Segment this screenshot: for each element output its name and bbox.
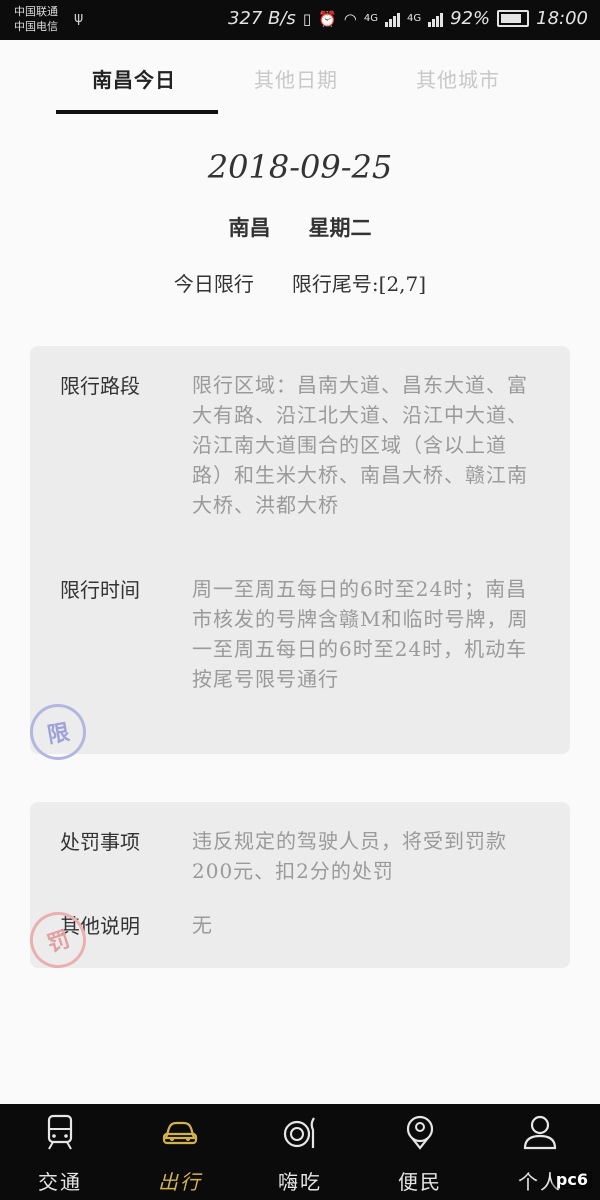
bottom-nav: 交通 出行 嗨吃 便民 个人 — [0, 1104, 600, 1200]
signal-1-icon — [384, 11, 400, 27]
network-type-2: 4G — [406, 13, 422, 24]
nav-food-label: 嗨吃 — [278, 1170, 322, 1194]
tab-active-indicator — [56, 110, 218, 114]
tab-nanchang-today[interactable]: 南昌今日 — [92, 64, 176, 93]
time-label: 限行时间 — [60, 578, 140, 602]
tail-numbers: 限行尾号:[2,7] — [291, 272, 427, 296]
alarm-icon: ⏰ — [318, 9, 337, 28]
penalty-card: 处罚事项 违反规定的驾驶人员，将受到罚款200元、扣2分的处罚 其他说明 无 — [30, 802, 570, 968]
city-name: 南昌 — [228, 215, 271, 240]
nav-travel[interactable]: 出行 — [120, 1104, 240, 1200]
usb-icon: ψ — [74, 10, 84, 26]
car-icon — [162, 1121, 198, 1145]
train-icon — [47, 1114, 73, 1150]
nav-traffic[interactable]: 交通 — [0, 1104, 120, 1200]
battery-percent: 92% — [450, 8, 491, 29]
notes-text: 无 — [192, 913, 213, 937]
network-speed: 327 B/s — [227, 8, 296, 29]
user-icon — [523, 1115, 557, 1150]
nav-services-label: 便民 — [398, 1170, 442, 1194]
roads-label: 限行路段 — [60, 374, 140, 398]
weekday: 星期二 — [308, 215, 372, 240]
status-bar: 中国联通 中国电信 ψ 327 B/s ▯ ⏰ ◠ 4G 4G 92% 18:0… — [0, 0, 600, 40]
battery-icon — [497, 10, 530, 27]
today-limit-label: 今日限行 — [173, 272, 254, 296]
nav-services[interactable]: 便民 — [360, 1104, 480, 1200]
signal-2-icon — [428, 11, 444, 27]
carrier-1: 中国联通 — [14, 5, 58, 18]
penalty-text: 违反规定的驾驶人员，将受到罚款200元、扣2分的处罚 — [192, 829, 507, 883]
date-display: 2018-09-25 — [207, 148, 393, 186]
clock: 18:00 — [536, 8, 588, 29]
location-icon — [406, 1115, 434, 1150]
roads-text: 限行区域：昌南大道、昌东大道、富大有路、沿江北大道、沿江中大道、沿江南大道围合的… — [192, 373, 528, 517]
status-right: 327 B/s ▯ ⏰ ◠ 4G 4G 92% 18:00 — [228, 8, 588, 29]
dining-icon — [283, 1117, 315, 1148]
carrier-info: 中国联通 中国电信 — [14, 4, 58, 34]
network-type-1: 4G — [363, 13, 378, 24]
vibrate-icon: ▯ — [302, 9, 312, 28]
nav-travel-label: 出行 — [158, 1170, 202, 1194]
watermark-logo: pc6 — [551, 1170, 592, 1189]
tab-bar: 南昌今日 其他日期 其他城市 — [0, 40, 600, 116]
time-text: 周一至周五每日的6时至24时；南昌市核发的号牌含赣M和临时号牌，周一至周五每日的… — [192, 577, 529, 691]
limit-summary: 今日限行 限行尾号:[2,7] — [0, 268, 600, 297]
city-weekday: 南昌 星期二 — [0, 212, 600, 242]
limit-info-card: 限行路段 限行区域：昌南大道、昌东大道、富大有路、沿江北大道、沿江中大道、沿江南… — [30, 346, 570, 754]
nav-food[interactable]: 嗨吃 — [240, 1104, 360, 1200]
wifi-icon: ◠ — [343, 9, 357, 28]
nav-traffic-label: 交通 — [38, 1170, 82, 1194]
penalty-label: 处罚事项 — [60, 830, 140, 854]
carrier-2: 中国电信 — [14, 20, 58, 33]
tab-other-cities[interactable]: 其他城市 — [416, 64, 500, 93]
tab-other-dates[interactable]: 其他日期 — [254, 64, 338, 93]
